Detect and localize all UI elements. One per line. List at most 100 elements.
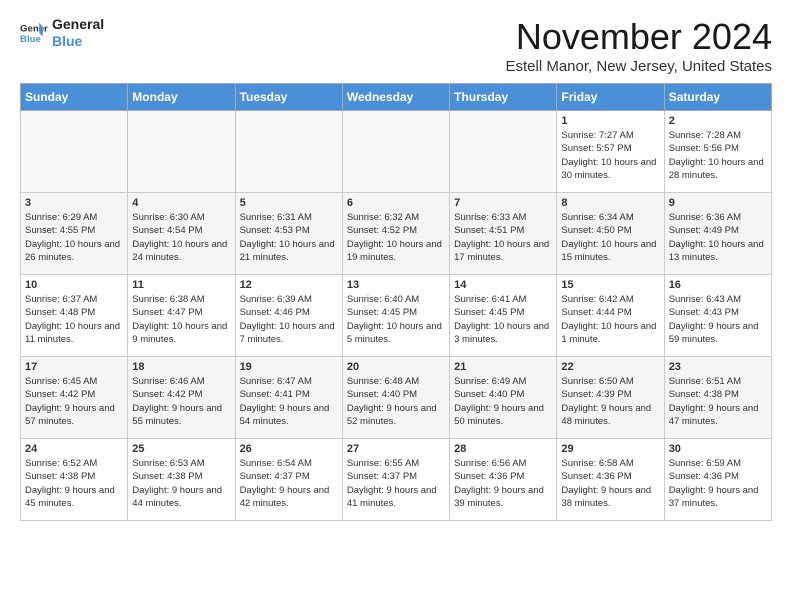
header-tuesday: Tuesday bbox=[235, 84, 342, 111]
calendar-cell: 15 Sunrise: 6:42 AMSunset: 4:44 PMDaylig… bbox=[557, 275, 664, 357]
day-number: 22 bbox=[561, 361, 659, 373]
day-number: 18 bbox=[132, 361, 230, 373]
day-info: Sunrise: 6:45 AMSunset: 4:42 PMDaylight:… bbox=[25, 375, 123, 428]
day-info: Sunrise: 6:51 AMSunset: 4:38 PMDaylight:… bbox=[669, 375, 767, 428]
day-info: Sunrise: 6:41 AMSunset: 4:45 PMDaylight:… bbox=[454, 293, 552, 346]
day-info: Sunrise: 6:30 AMSunset: 4:54 PMDaylight:… bbox=[132, 211, 230, 264]
day-info: Sunrise: 6:33 AMSunset: 4:51 PMDaylight:… bbox=[454, 211, 552, 264]
calendar-table: Sunday Monday Tuesday Wednesday Thursday… bbox=[20, 83, 772, 521]
header-wednesday: Wednesday bbox=[342, 84, 449, 111]
day-number: 9 bbox=[669, 197, 767, 209]
day-number: 11 bbox=[132, 279, 230, 291]
day-info: Sunrise: 6:55 AMSunset: 4:37 PMDaylight:… bbox=[347, 457, 445, 510]
day-number: 16 bbox=[669, 279, 767, 291]
day-info: Sunrise: 6:54 AMSunset: 4:37 PMDaylight:… bbox=[240, 457, 338, 510]
day-info: Sunrise: 6:31 AMSunset: 4:53 PMDaylight:… bbox=[240, 211, 338, 264]
day-number: 19 bbox=[240, 361, 338, 373]
calendar-cell: 20 Sunrise: 6:48 AMSunset: 4:40 PMDaylig… bbox=[342, 357, 449, 439]
day-info: Sunrise: 6:39 AMSunset: 4:46 PMDaylight:… bbox=[240, 293, 338, 346]
day-number: 14 bbox=[454, 279, 552, 291]
calendar-cell: 29 Sunrise: 6:58 AMSunset: 4:36 PMDaylig… bbox=[557, 439, 664, 521]
calendar-cell: 24 Sunrise: 6:52 AMSunset: 4:38 PMDaylig… bbox=[21, 439, 128, 521]
header-thursday: Thursday bbox=[450, 84, 557, 111]
day-info: Sunrise: 7:27 AMSunset: 5:57 PMDaylight:… bbox=[561, 129, 659, 182]
calendar-cell: 17 Sunrise: 6:45 AMSunset: 4:42 PMDaylig… bbox=[21, 357, 128, 439]
weekday-header-row: Sunday Monday Tuesday Wednesday Thursday… bbox=[21, 84, 772, 111]
day-info: Sunrise: 6:42 AMSunset: 4:44 PMDaylight:… bbox=[561, 293, 659, 346]
calendar-week-2: 3 Sunrise: 6:29 AMSunset: 4:55 PMDayligh… bbox=[21, 193, 772, 275]
calendar-cell: 10 Sunrise: 6:37 AMSunset: 4:48 PMDaylig… bbox=[21, 275, 128, 357]
calendar-cell: 26 Sunrise: 6:54 AMSunset: 4:37 PMDaylig… bbox=[235, 439, 342, 521]
day-number: 21 bbox=[454, 361, 552, 373]
day-number: 29 bbox=[561, 443, 659, 455]
day-info: Sunrise: 6:56 AMSunset: 4:36 PMDaylight:… bbox=[454, 457, 552, 510]
header-friday: Friday bbox=[557, 84, 664, 111]
day-info: Sunrise: 6:46 AMSunset: 4:42 PMDaylight:… bbox=[132, 375, 230, 428]
day-info: Sunrise: 6:59 AMSunset: 4:36 PMDaylight:… bbox=[669, 457, 767, 510]
day-info: Sunrise: 6:36 AMSunset: 4:49 PMDaylight:… bbox=[669, 211, 767, 264]
day-number: 26 bbox=[240, 443, 338, 455]
calendar-cell bbox=[128, 111, 235, 193]
calendar-cell bbox=[235, 111, 342, 193]
day-info: Sunrise: 6:53 AMSunset: 4:38 PMDaylight:… bbox=[132, 457, 230, 510]
day-number: 6 bbox=[347, 197, 445, 209]
day-number: 17 bbox=[25, 361, 123, 373]
day-number: 20 bbox=[347, 361, 445, 373]
calendar-cell: 25 Sunrise: 6:53 AMSunset: 4:38 PMDaylig… bbox=[128, 439, 235, 521]
day-number: 13 bbox=[347, 279, 445, 291]
calendar-cell: 18 Sunrise: 6:46 AMSunset: 4:42 PMDaylig… bbox=[128, 357, 235, 439]
calendar-cell: 11 Sunrise: 6:38 AMSunset: 4:47 PMDaylig… bbox=[128, 275, 235, 357]
day-info: Sunrise: 6:38 AMSunset: 4:47 PMDaylight:… bbox=[132, 293, 230, 346]
day-info: Sunrise: 6:48 AMSunset: 4:40 PMDaylight:… bbox=[347, 375, 445, 428]
day-info: Sunrise: 6:29 AMSunset: 4:55 PMDaylight:… bbox=[25, 211, 123, 264]
day-number: 15 bbox=[561, 279, 659, 291]
day-info: Sunrise: 6:47 AMSunset: 4:41 PMDaylight:… bbox=[240, 375, 338, 428]
calendar-week-1: 1 Sunrise: 7:27 AMSunset: 5:57 PMDayligh… bbox=[21, 111, 772, 193]
day-number: 23 bbox=[669, 361, 767, 373]
calendar-cell: 22 Sunrise: 6:50 AMSunset: 4:39 PMDaylig… bbox=[557, 357, 664, 439]
calendar-week-4: 17 Sunrise: 6:45 AMSunset: 4:42 PMDaylig… bbox=[21, 357, 772, 439]
day-number: 3 bbox=[25, 197, 123, 209]
month-title: November 2024 bbox=[506, 16, 773, 58]
day-number: 5 bbox=[240, 197, 338, 209]
day-info: Sunrise: 6:43 AMSunset: 4:43 PMDaylight:… bbox=[669, 293, 767, 346]
calendar-cell: 6 Sunrise: 6:32 AMSunset: 4:52 PMDayligh… bbox=[342, 193, 449, 275]
calendar-cell: 30 Sunrise: 6:59 AMSunset: 4:36 PMDaylig… bbox=[664, 439, 771, 521]
day-number: 24 bbox=[25, 443, 123, 455]
day-number: 2 bbox=[669, 115, 767, 127]
calendar-cell: 2 Sunrise: 7:28 AMSunset: 5:56 PMDayligh… bbox=[664, 111, 771, 193]
day-info: Sunrise: 7:28 AMSunset: 5:56 PMDaylight:… bbox=[669, 129, 767, 182]
calendar-cell: 23 Sunrise: 6:51 AMSunset: 4:38 PMDaylig… bbox=[664, 357, 771, 439]
calendar-cell: 28 Sunrise: 6:56 AMSunset: 4:36 PMDaylig… bbox=[450, 439, 557, 521]
header-saturday: Saturday bbox=[664, 84, 771, 111]
calendar-cell: 5 Sunrise: 6:31 AMSunset: 4:53 PMDayligh… bbox=[235, 193, 342, 275]
calendar-cell: 21 Sunrise: 6:49 AMSunset: 4:40 PMDaylig… bbox=[450, 357, 557, 439]
logo-line1: General bbox=[52, 16, 104, 33]
day-info: Sunrise: 6:32 AMSunset: 4:52 PMDaylight:… bbox=[347, 211, 445, 264]
logo-line2: Blue bbox=[52, 33, 104, 50]
calendar-cell: 14 Sunrise: 6:41 AMSunset: 4:45 PMDaylig… bbox=[450, 275, 557, 357]
day-number: 28 bbox=[454, 443, 552, 455]
calendar-cell: 1 Sunrise: 7:27 AMSunset: 5:57 PMDayligh… bbox=[557, 111, 664, 193]
day-info: Sunrise: 6:34 AMSunset: 4:50 PMDaylight:… bbox=[561, 211, 659, 264]
calendar-cell: 9 Sunrise: 6:36 AMSunset: 4:49 PMDayligh… bbox=[664, 193, 771, 275]
calendar-cell: 12 Sunrise: 6:39 AMSunset: 4:46 PMDaylig… bbox=[235, 275, 342, 357]
header-sunday: Sunday bbox=[21, 84, 128, 111]
day-info: Sunrise: 6:37 AMSunset: 4:48 PMDaylight:… bbox=[25, 293, 123, 346]
day-number: 30 bbox=[669, 443, 767, 455]
header: General Blue General Blue November 2024 … bbox=[20, 16, 772, 75]
day-number: 12 bbox=[240, 279, 338, 291]
calendar-cell: 16 Sunrise: 6:43 AMSunset: 4:43 PMDaylig… bbox=[664, 275, 771, 357]
calendar-cell: 3 Sunrise: 6:29 AMSunset: 4:55 PMDayligh… bbox=[21, 193, 128, 275]
day-info: Sunrise: 6:52 AMSunset: 4:38 PMDaylight:… bbox=[25, 457, 123, 510]
logo: General Blue General Blue bbox=[20, 16, 104, 50]
day-number: 10 bbox=[25, 279, 123, 291]
calendar-week-5: 24 Sunrise: 6:52 AMSunset: 4:38 PMDaylig… bbox=[21, 439, 772, 521]
calendar-cell: 19 Sunrise: 6:47 AMSunset: 4:41 PMDaylig… bbox=[235, 357, 342, 439]
calendar-cell: 4 Sunrise: 6:30 AMSunset: 4:54 PMDayligh… bbox=[128, 193, 235, 275]
calendar-week-3: 10 Sunrise: 6:37 AMSunset: 4:48 PMDaylig… bbox=[21, 275, 772, 357]
header-monday: Monday bbox=[128, 84, 235, 111]
day-number: 7 bbox=[454, 197, 552, 209]
calendar-cell bbox=[21, 111, 128, 193]
day-info: Sunrise: 6:49 AMSunset: 4:40 PMDaylight:… bbox=[454, 375, 552, 428]
